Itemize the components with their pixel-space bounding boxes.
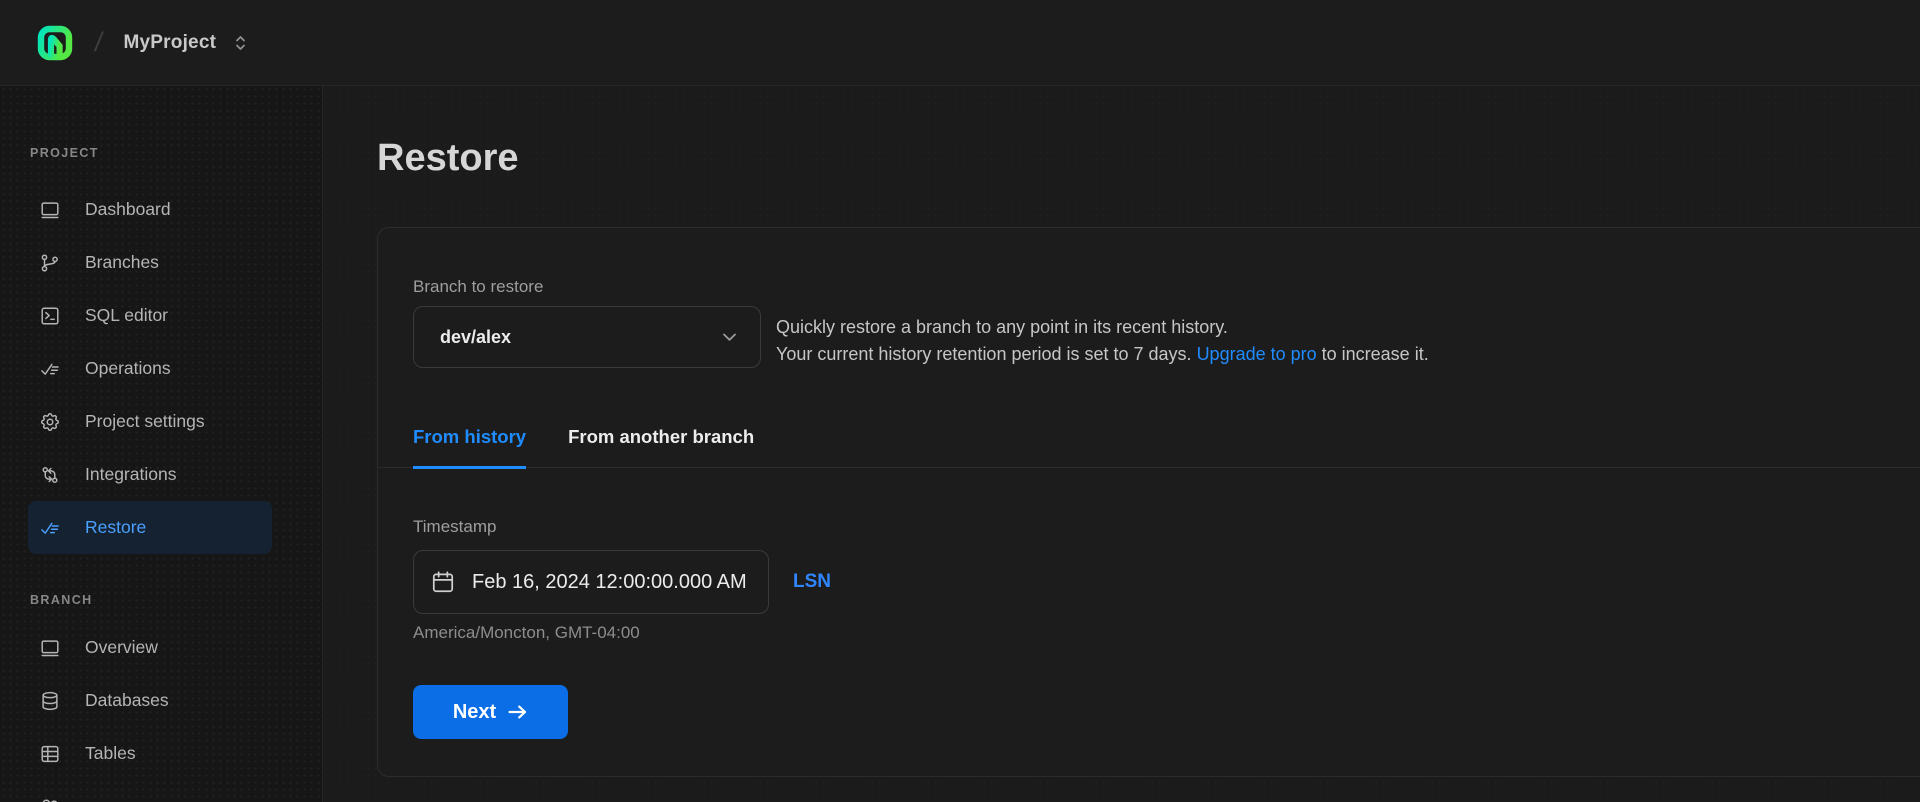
neon-logo-icon[interactable]: [37, 25, 73, 61]
upgrade-to-pro-link[interactable]: Upgrade to pro: [1197, 344, 1317, 364]
sidebar-item-label: SQL editor: [85, 305, 169, 325]
sidebar-item-project-settings[interactable]: Project settings: [28, 395, 272, 448]
sidebar-item-overview[interactable]: Overview: [28, 621, 272, 674]
description-line1: Quickly restore a branch to any point in…: [776, 317, 1228, 337]
description-line2-text: Your current history retention period is…: [776, 343, 1197, 364]
project-selector-label[interactable]: MyProject: [124, 32, 217, 54]
sidebar-item-operations[interactable]: Operations: [28, 342, 272, 395]
sidebar-item-integrations[interactable]: Integrations: [28, 448, 272, 501]
restore-description: Quickly restore a branch to any point in…: [776, 306, 1429, 367]
timezone-note: America/Moncton, GMT-04:00: [413, 623, 640, 642]
chevron-down-icon: [723, 333, 736, 341]
timestamp-input[interactable]: Feb 16, 2024 12:00:00.000 AM: [413, 550, 769, 614]
dashboard-icon: [39, 199, 61, 221]
integrations-icon: [39, 464, 61, 486]
arrow-right-icon: [508, 705, 527, 719]
sidebar-item-databases[interactable]: Databases: [28, 674, 272, 727]
top-header: / MyProject: [0, 0, 1920, 86]
sidebar-item-restore[interactable]: Restore: [28, 501, 272, 554]
sidebar-item-label: Operations: [85, 358, 171, 378]
sidebar-item-dashboard[interactable]: Dashboard: [28, 183, 272, 236]
sidebar: PROJECT Dashboard Branches SQL editor Op…: [0, 86, 323, 802]
breadcrumb-separator: /: [92, 27, 105, 57]
sql-editor-icon: [39, 305, 61, 327]
restore-tabs: From history From another branch: [378, 426, 1920, 469]
page-title: Restore: [377, 137, 519, 179]
timestamp-label: Timestamp: [413, 517, 497, 536]
sidebar-item-label: Branches: [85, 252, 159, 272]
next-button-label: Next: [452, 700, 497, 723]
overview-icon: [39, 637, 61, 659]
timestamp-section: Timestamp Feb 16, 2024 12:00:00.000 AM L…: [378, 468, 1920, 739]
sidebar-item-label: Integrations: [85, 464, 177, 484]
settings-gear-icon: [39, 411, 61, 433]
description-line2-tail: to increase it.: [1316, 343, 1429, 364]
main-content: Restore Branch to restore dev/alex Quick…: [323, 86, 1920, 802]
timestamp-value: Feb 16, 2024 12:00:00.000 AM: [472, 570, 747, 593]
branch-select-label: Branch to restore: [413, 277, 544, 296]
tab-from-another-branch[interactable]: From another branch: [568, 426, 754, 469]
sidebar-item-label: Project settings: [85, 411, 205, 431]
sidebar-item-tables[interactable]: Tables: [28, 727, 272, 780]
databases-icon: [39, 690, 61, 712]
operations-icon: [39, 358, 61, 380]
sidebar-item-label: Restore: [85, 517, 147, 537]
sidebar-section-branch: BRANCH: [30, 593, 93, 607]
sidebar-item-label: Tables: [85, 743, 136, 763]
sidebar-item-label: Databases: [85, 690, 169, 710]
sidebar-item-sql-editor[interactable]: SQL editor: [28, 289, 272, 342]
restore-card: Branch to restore dev/alex Quickly resto…: [377, 227, 1920, 777]
description-line2: Your current history retention period is…: [776, 341, 1429, 368]
sidebar-item-partial-icon: [39, 796, 61, 802]
branch-select[interactable]: dev/alex: [413, 306, 761, 368]
sidebar-item-partial[interactable]: [28, 780, 272, 802]
lsn-link[interactable]: LSN: [793, 571, 831, 593]
sidebar-item-branches[interactable]: Branches: [28, 236, 272, 289]
sidebar-item-label: Dashboard: [85, 199, 171, 219]
branch-select-value: dev/alex: [440, 326, 512, 347]
calendar-icon: [432, 571, 454, 593]
branches-icon: [39, 252, 61, 274]
tab-from-history[interactable]: From history: [413, 426, 527, 469]
tables-icon: [39, 743, 61, 765]
restore-icon: [39, 517, 61, 539]
sidebar-section-project: PROJECT: [30, 146, 99, 160]
sidebar-item-label: Overview: [85, 637, 158, 657]
next-button[interactable]: Next: [413, 685, 568, 739]
project-selector-unfold-icon[interactable]: [233, 33, 248, 53]
